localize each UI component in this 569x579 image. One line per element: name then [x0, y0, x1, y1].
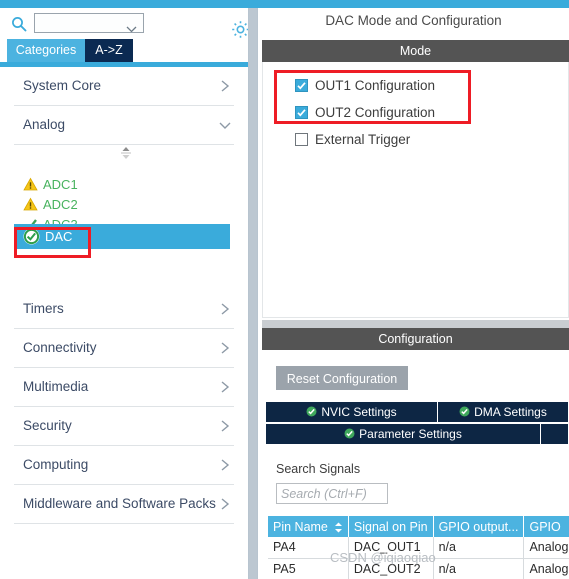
page-title: DAC Mode and Configuration: [258, 8, 569, 34]
dac-config-panel: DAC Mode and Configuration Mode OUT1 Con…: [258, 8, 569, 579]
tab-parameter-settings[interactable]: Parameter Settings: [266, 424, 541, 445]
tab-label: NVIC Settings: [321, 405, 397, 419]
tab-a-to-z[interactable]: A->Z: [85, 39, 133, 62]
checkbox-label: OUT1 Configuration: [315, 78, 436, 93]
checkbox-label: OUT2 Configuration: [315, 105, 436, 120]
ok-check-icon: [344, 425, 355, 439]
chevron-right-icon: [218, 418, 232, 434]
cell-pin-name: PA4: [268, 537, 349, 559]
warning-triangle-icon: [23, 197, 38, 212]
cell-signal-on-pin: DAC_OUT1: [348, 537, 434, 559]
chevron-right-icon: [218, 301, 232, 317]
table-row[interactable]: PA5 DAC_OUT2 n/a Analog: [268, 558, 569, 579]
checkbox-unchecked-icon: [295, 133, 308, 146]
checkbox-checked-icon: [295, 106, 308, 119]
search-combo-input[interactable]: [34, 13, 144, 33]
cell-gpio-output: n/a: [433, 558, 525, 579]
column-header-signal-on-pin[interactable]: Signal on Pin: [348, 516, 434, 537]
cell-pin-name: PA5: [268, 558, 349, 579]
search-signals-input[interactable]: [276, 483, 388, 504]
chevron-right-icon: [218, 78, 232, 94]
table-header-row: Pin Name Signal on Pin GPIO output... GP…: [268, 516, 569, 537]
configuration-tabs: NVIC Settings DMA Settings Parameter Set…: [266, 402, 569, 446]
chevron-right-icon: [218, 340, 232, 356]
sidebar-item-multimedia[interactable]: Multimedia: [14, 368, 234, 407]
warning-triangle-icon: [23, 177, 38, 192]
chevron-right-icon: [218, 457, 232, 473]
reset-configuration-button[interactable]: Reset Configuration: [276, 366, 408, 390]
cell-gpio-output: n/a: [433, 537, 525, 559]
sidebar-item-system-core[interactable]: System Core: [14, 67, 234, 106]
checkbox-checked-icon: [295, 79, 308, 92]
sidebar-item-analog[interactable]: Analog: [14, 106, 234, 145]
configuration-section-header: Configuration: [262, 328, 569, 350]
component-tree-panel: Categories A->Z System Core Analog ADC1 …: [0, 8, 249, 579]
analog-item-label: ADC1: [43, 177, 78, 192]
analog-item-adc2[interactable]: ADC2: [0, 195, 248, 214]
analog-subitems: ADC1 ADC2 DAC: [0, 145, 248, 290]
sidebar-item-connectivity[interactable]: Connectivity: [14, 329, 234, 368]
sort-arrows-icon: [334, 522, 343, 533]
checkbox-label: External Trigger: [315, 132, 411, 147]
cell-signal-on-pin: DAC_OUT2: [348, 558, 434, 579]
table-row[interactable]: PA4 DAC_OUT1 n/a Analog: [268, 537, 569, 559]
search-signals-label: Search Signals: [276, 462, 361, 476]
section-divider: [262, 320, 569, 328]
top-accent-bar: [0, 0, 569, 8]
check-circle-icon: [23, 228, 40, 245]
search-row: [0, 8, 249, 38]
sidebar-item-label: Timers: [23, 301, 64, 316]
sidebar-item-label: Analog: [23, 117, 66, 132]
analog-item-dac[interactable]: DAC: [14, 224, 230, 249]
chevron-right-icon: [218, 496, 232, 512]
sidebar-item-middleware-and-software-packs[interactable]: Middleware and Software Packs: [14, 485, 234, 524]
column-header-gpio-output[interactable]: GPIO output...: [433, 516, 525, 537]
tab-nvic-settings[interactable]: NVIC Settings: [266, 402, 438, 423]
sidebar-item-security[interactable]: Security: [14, 407, 234, 446]
category-list: System Core Analog ADC1 ADC2 DAC Timers …: [0, 67, 248, 579]
sidebar-item-label: Security: [23, 418, 72, 433]
pin-signal-table: Pin Name Signal on Pin GPIO output... GP…: [268, 516, 569, 579]
panel-splitter[interactable]: [248, 8, 258, 579]
mode-section-header: Mode: [262, 40, 569, 62]
chevron-down-icon: [126, 20, 137, 33]
analog-item-label: DAC: [45, 229, 73, 244]
cell-gpio: Analog: [523, 558, 569, 579]
sidebar-item-label: Multimedia: [23, 379, 89, 394]
sidebar-item-label: Connectivity: [23, 340, 97, 355]
scroll-spinner-icon[interactable]: [118, 146, 134, 162]
splitter-handle: [249, 8, 257, 579]
ok-check-icon: [306, 403, 317, 417]
sidebar-item-label: Middleware and Software Packs: [23, 496, 216, 511]
tab-label: Parameter Settings: [359, 427, 462, 441]
chevron-down-icon: [218, 117, 232, 133]
sidebar-item-label: System Core: [23, 78, 102, 93]
tab-overflow[interactable]: [541, 424, 569, 445]
configuration-section-body: Reset Configuration NVIC Settings DMA Se…: [262, 350, 569, 579]
column-header-pin-name[interactable]: Pin Name: [268, 516, 349, 537]
tab-dma-settings[interactable]: DMA Settings: [438, 402, 569, 423]
chevron-right-icon: [218, 379, 232, 395]
cell-gpio: Analog: [523, 537, 569, 559]
column-header-gpio[interactable]: GPIO: [523, 516, 569, 537]
sidebar-item-label: Computing: [23, 457, 89, 472]
analog-item-label: ADC2: [43, 197, 78, 212]
tab-label: DMA Settings: [474, 405, 547, 419]
search-icon[interactable]: [11, 16, 27, 32]
ok-check-icon: [459, 403, 470, 417]
analog-item-adc1[interactable]: ADC1: [0, 175, 248, 194]
sidebar-item-timers[interactable]: Timers: [14, 290, 234, 329]
column-label: Pin Name: [273, 519, 328, 534]
stm32cubemx-window: Categories A->Z System Core Analog ADC1 …: [0, 0, 569, 579]
tab-categories[interactable]: Categories: [7, 39, 85, 62]
category-tabs: Categories A->Z: [0, 39, 248, 62]
sidebar-item-computing[interactable]: Computing: [14, 446, 234, 485]
mode-section-body: OUT1 Configuration OUT2 Configuration Ex…: [262, 62, 569, 318]
